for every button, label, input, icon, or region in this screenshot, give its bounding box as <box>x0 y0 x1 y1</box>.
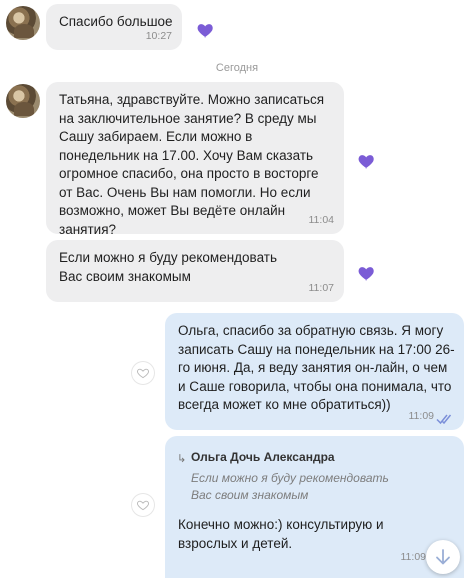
message-time: 11:09 <box>408 409 435 422</box>
message-incoming[interactable]: Татьяна, здравствуйте. Можно записаться … <box>46 82 344 237</box>
purple-heart-icon[interactable] <box>357 151 377 171</box>
message-time: 10:27 <box>145 29 172 42</box>
reply-author: Ольга Дочь Александра <box>191 450 335 464</box>
reply-text: Если можно я буду рекомендовать Вас свои… <box>191 470 389 502</box>
avatar[interactable] <box>6 84 40 118</box>
double-check-icon <box>436 414 452 425</box>
heart-outline-icon[interactable] <box>132 494 154 516</box>
reply-arrow-icon: ↳ <box>177 453 187 465</box>
message-text: Татьяна, здравствуйте. Можно записаться … <box>59 92 325 237</box>
message-time: 11:04 <box>308 213 335 226</box>
message-outgoing[interactable]: Ольга, спасибо за обратную связь. Я могу… <box>165 313 464 430</box>
message-incoming[interactable]: Если можно я буду рекомендовать Вас свои… <box>46 240 344 302</box>
arrow-down-icon <box>436 549 450 565</box>
scroll-down-button[interactable] <box>426 540 460 574</box>
purple-heart-icon[interactable] <box>196 20 216 40</box>
message-text: Конечно можно:) консультирую и взрослых … <box>178 517 384 551</box>
avatar[interactable] <box>6 6 40 40</box>
message-incoming[interactable]: Спасибо большое 10:27 <box>46 4 182 50</box>
message-outgoing-reply[interactable]: ↳ Ольга Дочь Александра Если можно я буд… <box>165 436 464 578</box>
date-separator: Сегодня <box>215 62 259 74</box>
message-text: Ольга, спасибо за обратную связь. Я могу… <box>178 323 455 412</box>
message-time: 11:09 <box>400 550 427 563</box>
reply-quote[interactable]: ↳ Ольга Дочь Александра Если можно я буд… <box>177 448 452 504</box>
purple-heart-icon[interactable] <box>357 263 377 283</box>
message-time: 11:07 <box>308 281 335 294</box>
message-text: Если можно я буду рекомендовать Вас свои… <box>59 250 277 284</box>
heart-outline-icon[interactable] <box>132 362 154 384</box>
